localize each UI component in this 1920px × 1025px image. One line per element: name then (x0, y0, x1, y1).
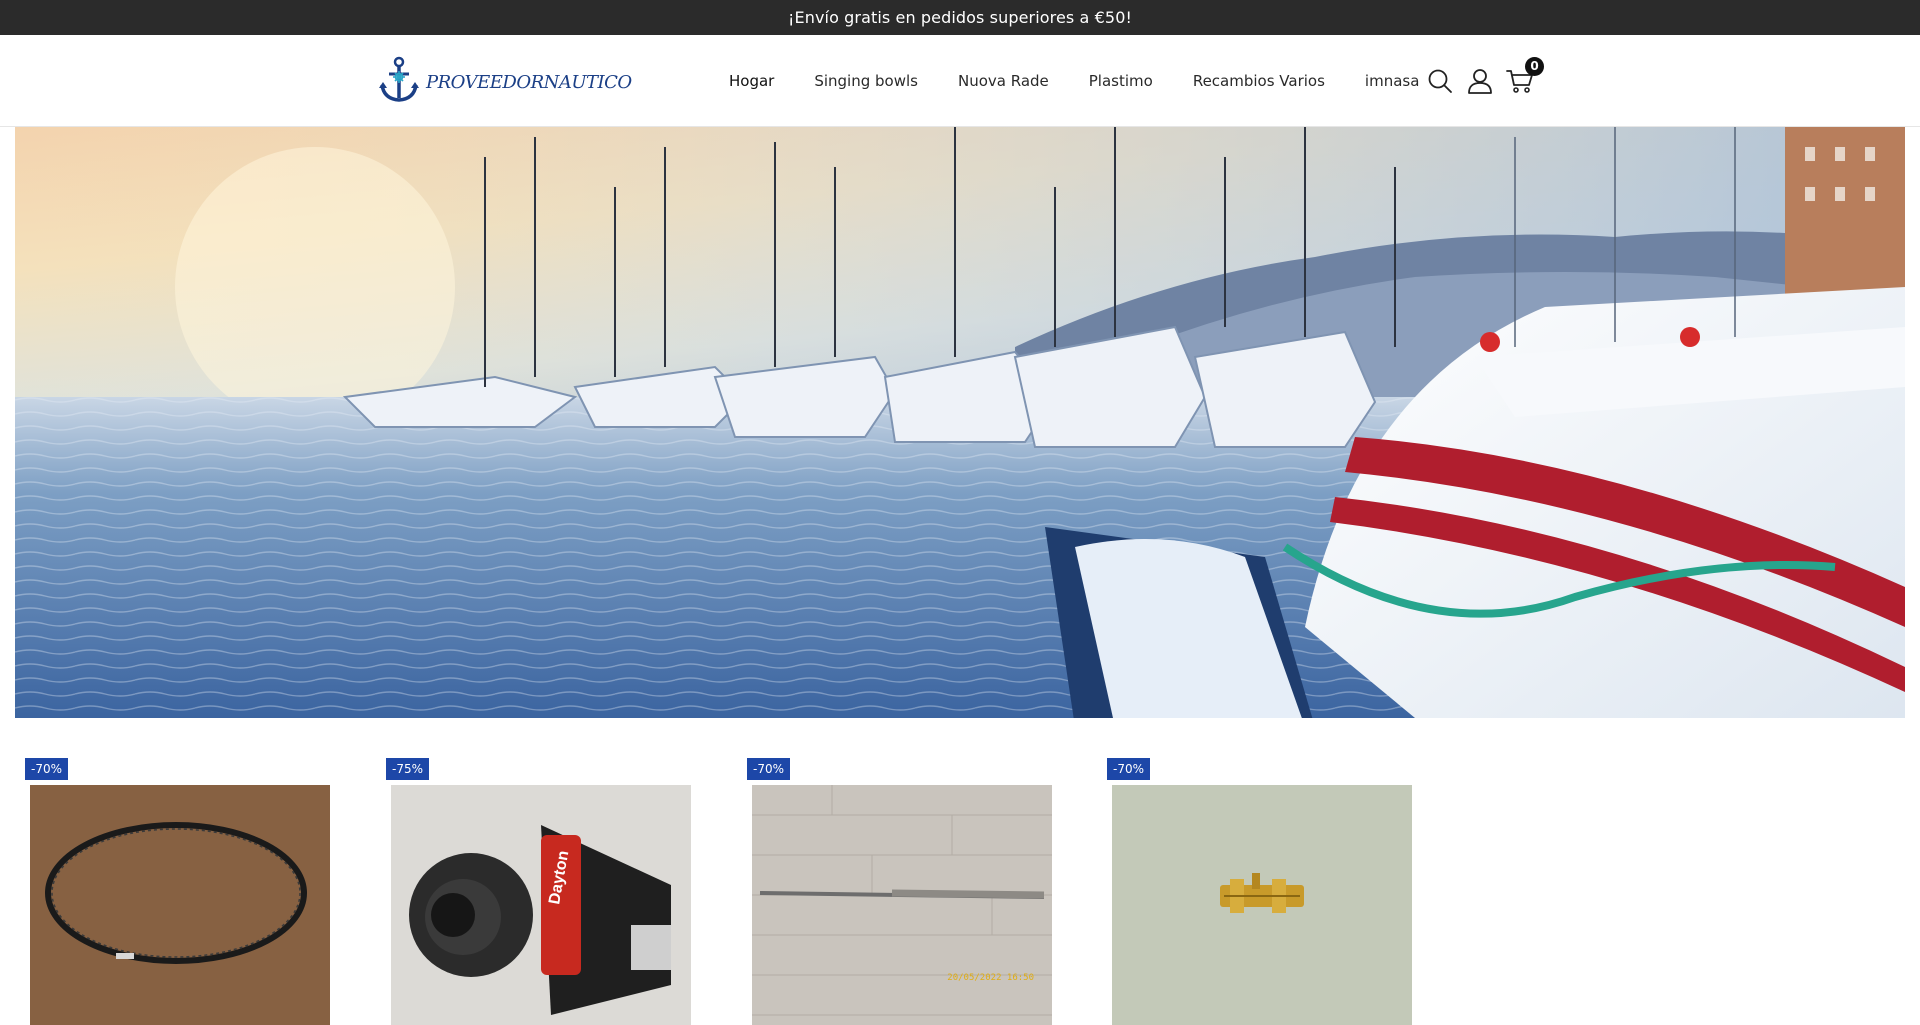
product-image[interactable]: Dayton (391, 785, 691, 1025)
cart-button[interactable]: 0 (1505, 56, 1544, 96)
stainless-rod-image (752, 785, 1052, 1025)
nav-item-recambios-varios[interactable]: Recambios Varios (1193, 72, 1325, 90)
anchor-logo-icon (379, 56, 419, 102)
site-header: PROVEEDORNAUTICO Hogar Singing bowls Nuo… (0, 35, 1920, 127)
product-image[interactable] (30, 785, 330, 1025)
logo-link[interactable]: PROVEEDORNAUTICO (378, 55, 632, 103)
nav-item-plastimo[interactable]: Plastimo (1089, 72, 1153, 90)
discount-badge: -75% (386, 758, 430, 780)
cart-count-badge: 0 (1525, 56, 1544, 76)
hero-banner (15, 127, 1905, 718)
product-card[interactable]: -75% Dayton (386, 758, 691, 1025)
product-image[interactable] (1112, 785, 1412, 1025)
nav-item-nuova-rade[interactable]: Nuova Rade (958, 72, 1049, 90)
discount-badge: -70% (1107, 758, 1151, 780)
discount-badge: -70% (747, 758, 791, 780)
search-icon (1428, 69, 1452, 93)
brass-latch-image (1112, 785, 1412, 1025)
announcement-bar: ¡Envío gratis en pedidos superiores a €5… (0, 0, 1920, 35)
product-card[interactable]: -70% 20/05/2022 16:50 (747, 758, 1052, 1025)
account-button[interactable] (1465, 66, 1495, 96)
discount-badge: -70% (25, 758, 69, 780)
dayton-pump-image: Dayton (391, 785, 691, 1025)
product-card[interactable]: -70% (25, 758, 330, 1025)
nav-item-singing-bowls[interactable]: Singing bowls (814, 72, 918, 90)
nav-item-hogar[interactable]: Hogar (729, 72, 774, 90)
main-nav: Hogar Singing bowls Nuova Rade Plastimo … (729, 35, 1459, 126)
user-icon (1468, 68, 1492, 94)
v-belt-image (30, 785, 330, 1025)
product-card[interactable]: -70% (1107, 758, 1412, 1025)
photo-date-stamp: 20/05/2022 16:50 (947, 973, 1034, 983)
product-grid: -70% -75% Dayton -70% 20/05/2022 16:50 -… (0, 718, 1920, 1025)
brand-name: PROVEEDORNAUTICO (426, 71, 632, 93)
announcement-text: ¡Envío gratis en pedidos superiores a €5… (788, 8, 1132, 27)
nav-item-imnasa[interactable]: imnasa (1365, 72, 1420, 90)
product-image[interactable]: 20/05/2022 16:50 (752, 785, 1052, 1025)
search-button[interactable] (1425, 66, 1455, 96)
hero-marina-image (15, 127, 1905, 718)
header-actions: 0 (1425, 35, 1545, 126)
